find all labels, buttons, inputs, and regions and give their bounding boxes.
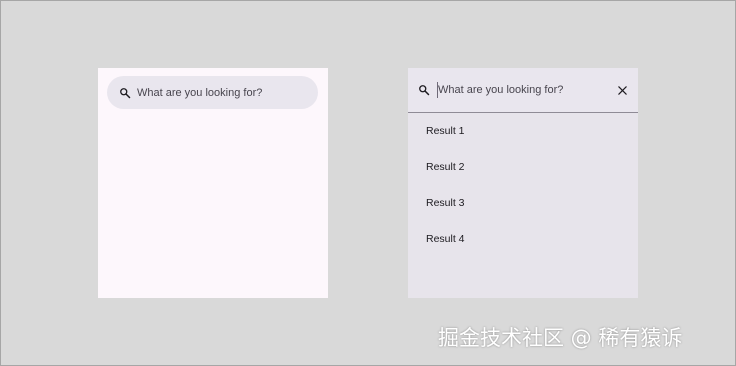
search-result-item[interactable]: Result 4 xyxy=(408,221,638,257)
text-cursor xyxy=(437,82,438,98)
expanded-search-panel: What are you looking for? Result 1 Resul… xyxy=(408,68,638,298)
close-icon[interactable] xyxy=(614,82,630,98)
search-input-placeholder: What are you looking for? xyxy=(438,84,564,96)
search-bar[interactable]: What are you looking for? xyxy=(107,76,318,109)
watermark: 掘金技术社区 @ 稀有猿诉 xyxy=(438,326,683,350)
search-icon xyxy=(416,82,432,98)
search-bar-placeholder: What are you looking for? xyxy=(137,86,263,99)
collapsed-search-panel: What are you looking for? xyxy=(98,68,328,298)
search-input[interactable]: What are you looking for? xyxy=(437,80,605,100)
search-result-item[interactable]: Result 1 xyxy=(408,113,638,149)
search-result-item[interactable]: Result 2 xyxy=(408,149,638,185)
search-results-list: Result 1 Result 2 Result 3 Result 4 xyxy=(408,113,638,257)
search-view-header: What are you looking for? xyxy=(408,68,638,112)
search-icon xyxy=(117,85,133,101)
search-result-item[interactable]: Result 3 xyxy=(408,185,638,221)
